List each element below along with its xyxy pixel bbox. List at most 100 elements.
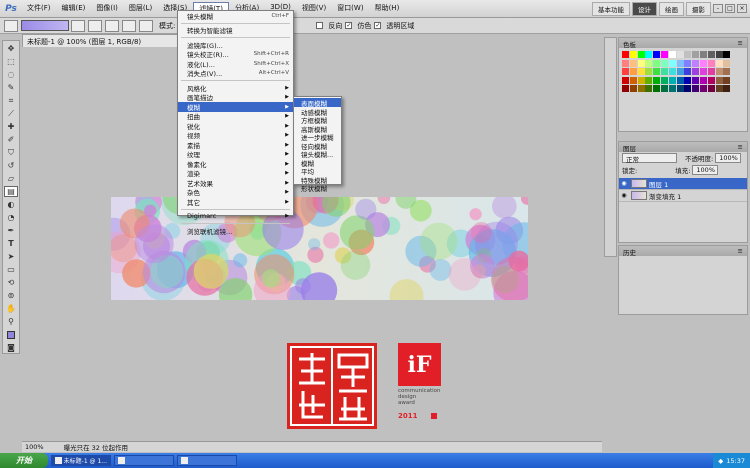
swatch[interactable] xyxy=(645,59,653,67)
panel-menu-icon[interactable]: ≡ xyxy=(738,247,743,255)
filter-menu-item[interactable]: 浏览联机滤镜... xyxy=(178,226,293,236)
filter-menu-item[interactable]: 视频 ▶ xyxy=(178,131,293,140)
swatch[interactable] xyxy=(715,76,723,84)
swatch[interactable] xyxy=(668,68,676,75)
filter-menu-item[interactable]: 艺术效果 ▶ xyxy=(178,178,293,188)
swatch[interactable] xyxy=(715,51,723,58)
visibility-eye-icon[interactable]: ◉ xyxy=(619,180,629,187)
swatch[interactable] xyxy=(637,76,645,84)
filter-menu-item[interactable]: 像素化 ▶ xyxy=(178,159,293,169)
swatch[interactable] xyxy=(715,85,723,92)
swatch[interactable] xyxy=(707,85,715,92)
shape-tool-icon[interactable]: ▭ xyxy=(4,264,18,275)
swatch[interactable] xyxy=(684,76,692,84)
swatch[interactable] xyxy=(707,59,715,67)
eraser-tool-icon[interactable]: ▱ xyxy=(4,173,18,184)
marquee-tool-icon[interactable]: ⬚ xyxy=(4,56,18,67)
canvas-image[interactable] xyxy=(111,197,528,300)
filter-menu-item[interactable]: 其它 ▶ xyxy=(178,197,293,207)
filter-menu-item[interactable]: 镜头校正(R)... Shift+Ctrl+R xyxy=(178,50,293,59)
swatch[interactable] xyxy=(653,68,661,75)
filter-menu-item[interactable]: 渲染 ▶ xyxy=(178,169,293,178)
start-button[interactable]: 开始 xyxy=(0,453,48,468)
filter-menu-item[interactable]: 模糊 ▶ xyxy=(178,102,293,112)
path-select-tool-icon[interactable]: ➤ xyxy=(4,251,18,262)
layer-row[interactable]: ◉ 图层 1 xyxy=(619,178,747,190)
swatch[interactable] xyxy=(676,51,684,58)
swatch[interactable] xyxy=(637,68,645,75)
swatch[interactable] xyxy=(684,59,692,67)
workspace-button-2[interactable]: 绘画 xyxy=(659,1,684,16)
filter-menu-item[interactable]: Digimarc ▶ xyxy=(178,212,293,222)
swatch[interactable] xyxy=(653,85,661,92)
swatch[interactable] xyxy=(707,76,715,84)
color-swatch-icon[interactable] xyxy=(4,329,18,340)
blur-submenu-item[interactable]: 高斯模糊 xyxy=(294,124,341,134)
swatch[interactable] xyxy=(645,51,653,58)
zoom-tool-icon[interactable]: ⚲ xyxy=(4,316,18,327)
blur-submenu-item[interactable]: 进一步模糊 xyxy=(294,132,341,142)
swatch[interactable] xyxy=(723,59,731,67)
eyedropper-tool-icon[interactable]: ⟋ xyxy=(4,108,18,119)
swatch[interactable] xyxy=(629,85,637,92)
swatch[interactable] xyxy=(676,68,684,75)
history-title[interactable]: 历史 xyxy=(623,247,636,257)
filter-menu-item[interactable]: 素描 ▶ xyxy=(178,140,293,150)
dither-checkbox[interactable]: ✓ xyxy=(345,22,353,29)
brush-tool-icon[interactable]: ✐ xyxy=(4,134,18,145)
blur-submenu-item[interactable]: 平均 xyxy=(294,166,341,176)
clone-stamp-tool-icon[interactable]: ⛉ xyxy=(4,147,18,158)
swatch[interactable] xyxy=(637,59,645,67)
swatch[interactable] xyxy=(707,68,715,75)
swatch[interactable] xyxy=(723,68,731,75)
layers-title[interactable]: 图层 xyxy=(623,143,636,153)
panel-menu-icon[interactable]: ≡ xyxy=(738,39,743,47)
blur-submenu-item[interactable]: 方框模糊 xyxy=(294,115,341,125)
reflected-gradient-button[interactable] xyxy=(122,19,136,32)
swatch[interactable] xyxy=(668,85,676,92)
swatch[interactable] xyxy=(692,59,700,67)
swatch[interactable] xyxy=(629,76,637,84)
swatch[interactable] xyxy=(700,76,707,84)
menu-10[interactable]: 帮助(H) xyxy=(370,2,405,16)
swatch[interactable] xyxy=(645,85,653,92)
crop-tool-icon[interactable]: ⌗ xyxy=(4,95,18,106)
blur-submenu-item[interactable]: 特殊模糊 xyxy=(294,175,341,185)
angle-gradient-button[interactable] xyxy=(105,19,119,32)
swatch[interactable] xyxy=(668,76,676,84)
filter-menu-item[interactable]: 滤镜库(G)... xyxy=(178,40,293,50)
lasso-tool-icon[interactable]: ◌ xyxy=(4,69,18,80)
swatch[interactable] xyxy=(661,76,668,84)
filter-menu-item[interactable]: 转换为智能滤镜 xyxy=(178,26,293,35)
filter-menu-item[interactable]: 杂色 ▶ xyxy=(178,188,293,197)
fill-input[interactable]: 100% xyxy=(692,165,719,175)
swatch[interactable] xyxy=(676,85,684,92)
reverse-checkbox[interactable] xyxy=(316,22,324,29)
taskbar-item[interactable]: 未标题-1 @ 1... xyxy=(51,455,111,466)
tool-preset-picker[interactable] xyxy=(4,19,18,32)
menu-0[interactable]: 文件(F) xyxy=(22,2,56,16)
type-tool-icon[interactable]: T xyxy=(4,238,18,249)
swatch[interactable] xyxy=(692,85,700,92)
swatch[interactable] xyxy=(723,51,731,58)
panel-menu-icon[interactable]: ≡ xyxy=(738,143,743,151)
swatch[interactable] xyxy=(684,51,692,58)
swatch[interactable] xyxy=(676,59,684,67)
blur-submenu-item[interactable]: 镜头模糊... xyxy=(294,149,341,159)
gradient-tool-icon[interactable]: ▤ xyxy=(4,186,18,197)
swatch[interactable] xyxy=(684,68,692,75)
clock[interactable]: 15:37 xyxy=(726,457,745,465)
close-button[interactable]: × xyxy=(737,4,747,13)
taskbar-item[interactable] xyxy=(177,455,237,466)
healing-brush-tool-icon[interactable]: ✚ xyxy=(4,121,18,132)
swatch[interactable] xyxy=(645,68,653,75)
swatch[interactable] xyxy=(723,85,731,92)
filter-menu-item[interactable]: 纹理 ▶ xyxy=(178,150,293,159)
swatch[interactable] xyxy=(700,68,707,75)
swatch[interactable] xyxy=(661,68,668,75)
workspace-button-3[interactable]: 摄影 xyxy=(686,1,711,16)
swatch[interactable] xyxy=(629,51,637,58)
swatch[interactable] xyxy=(637,85,645,92)
swatch[interactable] xyxy=(668,51,676,58)
filter-menu-item[interactable]: 液化(L)... Shift+Ctrl+X xyxy=(178,59,293,69)
